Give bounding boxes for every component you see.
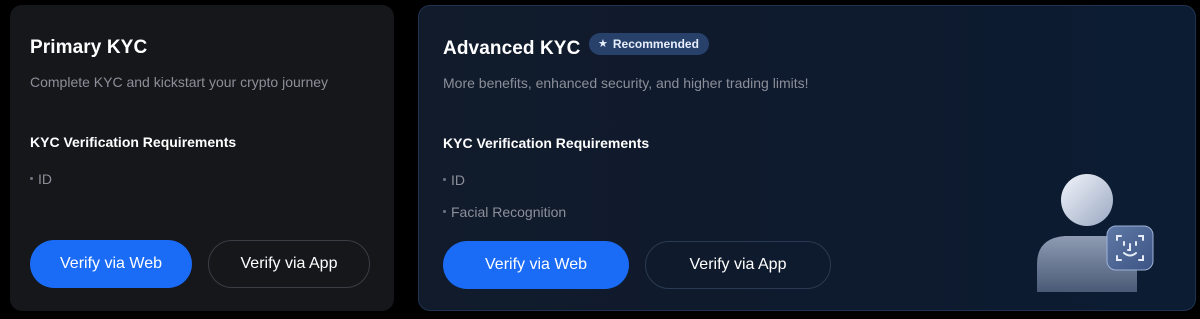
bullet-dot [30,176,33,180]
primary-kyc-title: Primary KYC [30,37,148,58]
advanced-kyc-card: Advanced KYC ★ Recommended More benefits… [418,5,1196,311]
bullet-dot [443,209,446,213]
bullet-dot [443,177,446,181]
advanced-kyc-title: Advanced KYC [443,38,581,59]
advanced-kyc-subtitle: More benefits, enhanced security, and hi… [443,75,809,91]
advanced-verify-app-button[interactable]: Verify via App [645,241,831,289]
requirement-item: Facial Recognition [443,204,566,220]
requirement-label: Facial Recognition [451,204,567,220]
advanced-verify-web-button[interactable]: Verify via Web [443,241,629,289]
requirement-item: ID [443,172,465,188]
advanced-requirements-heading: KYC Verification Requirements [443,135,650,151]
primary-verify-app-button[interactable]: Verify via App [208,240,370,288]
star-icon: ★ [598,37,608,50]
face-recognition-user-icon [1029,164,1159,304]
primary-kyc-subtitle: Complete KYC and kickstart your crypto j… [30,74,329,90]
primary-kyc-card: Primary KYC Complete KYC and kickstart y… [10,5,394,311]
primary-requirements-heading: KYC Verification Requirements [30,134,237,150]
primary-verify-web-button[interactable]: Verify via Web [30,240,192,288]
requirement-label: ID [451,172,465,188]
requirement-label: ID [38,171,52,187]
recommended-badge: ★ Recommended [589,33,709,55]
requirement-item: ID [30,171,52,187]
badge-label: Recommended [612,37,699,51]
